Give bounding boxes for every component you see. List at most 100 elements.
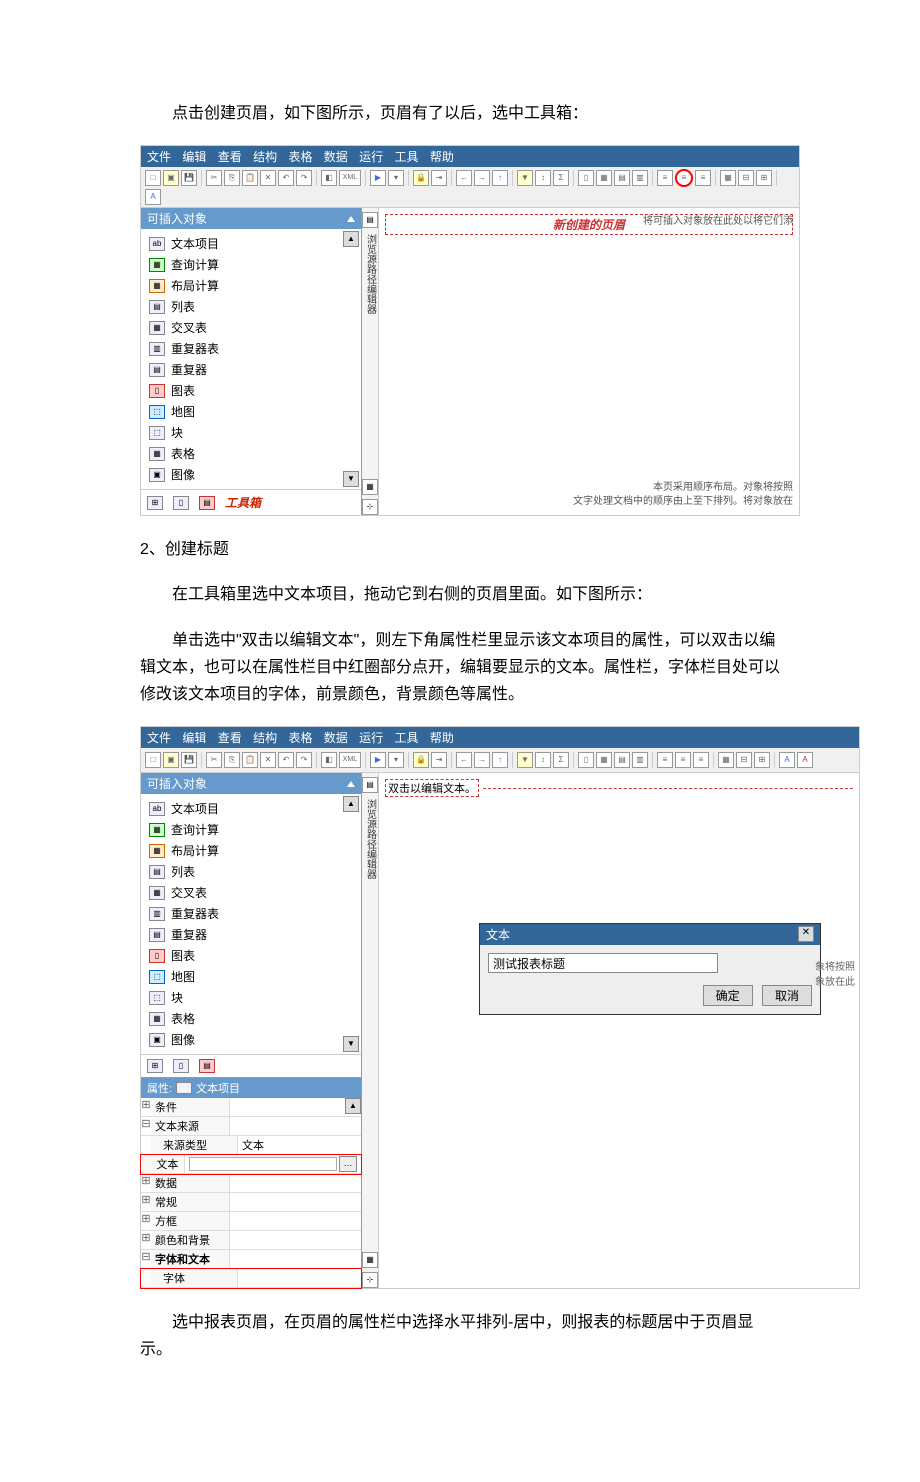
sort-icon[interactable]: ↕ (535, 170, 551, 186)
text-item-placeholder[interactable]: 双击以编辑文本。 (385, 779, 479, 797)
sort-icon[interactable]: ↕ (535, 752, 551, 768)
cancel-button[interactable]: 取消 (762, 985, 812, 1006)
sidebar-item-crosstab[interactable]: ▦交叉表 (141, 882, 361, 903)
tab-toolbox-icon[interactable]: ⊞ (147, 1059, 163, 1073)
panel4-icon[interactable]: ▥ (632, 170, 648, 186)
open-icon[interactable]: ▣ (163, 170, 179, 186)
menu-file[interactable]: 文件 (147, 150, 171, 164)
sidebar-item-block[interactable]: ⬚块 (141, 987, 361, 1008)
tab2-icon[interactable]: ▯ (173, 496, 189, 510)
arrow-out-icon[interactable]: ⇥ (431, 170, 447, 186)
undo-icon[interactable]: ↶ (278, 170, 294, 186)
sidebar-item-crosstab[interactable]: ▦交叉表 (141, 317, 361, 338)
tab2-icon[interactable]: ▯ (173, 1059, 189, 1073)
run-icon[interactable]: ▶ (370, 752, 386, 768)
font-icon[interactable]: A (145, 189, 161, 205)
props-scroll-up[interactable]: ▲ (345, 1098, 361, 1114)
redo-icon[interactable]: ↷ (296, 752, 312, 768)
sidebar-item-list[interactable]: ▤列表 (141, 861, 361, 882)
prop-general[interactable]: ⊞常规 (141, 1193, 361, 1212)
save-icon[interactable]: 💾 (181, 752, 197, 768)
vbar-page-icon[interactable]: ▤ (362, 212, 378, 228)
xml-icon[interactable]: XML (339, 752, 361, 768)
panel2-icon[interactable]: ▦ (596, 170, 612, 186)
panel3-icon[interactable]: ▤ (614, 752, 630, 768)
design-canvas[interactable]: 将可插入对象放在此处以将它们添 新创建的页眉 本页采用顺序布局。对象将按照 文字… (379, 208, 799, 515)
fwd-icon[interactable]: → (474, 170, 490, 186)
menu-tools[interactable]: 工具 (395, 150, 419, 164)
sidebar-item-layoutcalc[interactable]: ▦布局计算 (141, 275, 361, 296)
prop-conditions[interactable]: ⊞条件 (141, 1098, 361, 1117)
prop-font-sub[interactable]: 字体 (141, 1269, 361, 1288)
undo-icon[interactable]: ↶ (278, 752, 294, 768)
header-top-icon[interactable]: ≡ (657, 170, 673, 186)
panel2-icon[interactable]: ▦ (596, 752, 612, 768)
sidebar-item-querycalc[interactable]: ▦查询计算 (141, 819, 361, 840)
menu-table[interactable]: 表格 (288, 150, 312, 164)
prop-font[interactable]: ⊟字体和文本 (141, 1250, 361, 1269)
sidebar-item-block[interactable]: ⬚块 (141, 422, 361, 443)
sidebar-item-repeater-table[interactable]: ▥重复器表 (141, 903, 361, 924)
vbar-b1-icon[interactable]: ▦ (362, 1252, 378, 1268)
back-icon[interactable]: ← (456, 752, 472, 768)
tree-icon[interactable]: ⊟ (738, 170, 754, 186)
back-icon[interactable]: ← (456, 170, 472, 186)
sidebar-item-image[interactable]: ▣图像 (141, 1029, 361, 1050)
sidebar-item-querycalc[interactable]: ▦查询计算 (141, 254, 361, 275)
prop-text-value[interactable]: 文本… (141, 1155, 361, 1174)
paste-icon[interactable]: 📋 (242, 170, 258, 186)
collapse-icon[interactable] (347, 216, 355, 222)
vbar-b2-icon[interactable]: ⊹ (362, 499, 378, 515)
up-icon[interactable]: ↑ (492, 752, 508, 768)
menu-struct[interactable]: 结构 (253, 150, 277, 164)
lock-icon[interactable]: 🔒 (413, 170, 429, 186)
sidebar-item-chart[interactable]: ▯图表 (141, 380, 361, 401)
header-bot-icon[interactable]: ≡ (695, 170, 711, 186)
tab3-icon[interactable]: ▤ (199, 1059, 215, 1073)
font2-icon[interactable]: A (797, 752, 813, 768)
scroll-up-icon[interactable]: ▲ (343, 231, 359, 247)
vbar-page-icon[interactable]: ▤ (362, 777, 378, 793)
opts-icon[interactable]: ▾ (388, 752, 404, 768)
design-canvas-2[interactable]: 双击以编辑文本。 文本 ✕ 确定 取消 (379, 773, 859, 1288)
sidebar-item-chart[interactable]: ▯图表 (141, 945, 361, 966)
sidebar-item-text[interactable]: ab文本项目 (141, 233, 361, 254)
cut-icon[interactable]: ✂ (206, 170, 222, 186)
grid-icon[interactable]: ▦ (720, 170, 736, 186)
sidebar-item-list[interactable]: ▤列表 (141, 296, 361, 317)
close-icon[interactable]: ✕ (798, 926, 814, 942)
sum-icon[interactable]: Σ (553, 752, 569, 768)
open-icon[interactable]: ▣ (163, 752, 179, 768)
redo-icon[interactable]: ↷ (296, 170, 312, 186)
delete-icon[interactable]: ✕ (260, 752, 276, 768)
dialog-icon[interactable]: ◧ (321, 752, 337, 768)
prop-color[interactable]: ⊞颜色和背景 (141, 1231, 361, 1250)
filter-icon[interactable]: ▼ (517, 752, 533, 768)
sidebar-item-layoutcalc[interactable]: ▦布局计算 (141, 840, 361, 861)
arrow-out-icon[interactable]: ⇥ (431, 752, 447, 768)
filter-icon[interactable]: ▼ (517, 170, 533, 186)
tree-icon[interactable]: ⊟ (736, 752, 752, 768)
delete-icon[interactable]: ✕ (260, 170, 276, 186)
save-icon[interactable]: 💾 (181, 170, 197, 186)
create-header-icon[interactable]: ≡ (675, 752, 691, 768)
run-icon[interactable]: ▶ (370, 170, 386, 186)
prop-data[interactable]: ⊞数据 (141, 1174, 361, 1193)
prop-box[interactable]: ⊞方框 (141, 1212, 361, 1231)
tree2-icon[interactable]: ⊞ (754, 752, 770, 768)
tab-toolbox-icon[interactable]: ⊞ (147, 496, 163, 510)
lock-icon[interactable]: 🔒 (413, 752, 429, 768)
menu-run[interactable]: 运行 (359, 150, 383, 164)
panel1-icon[interactable]: ▯ (578, 752, 594, 768)
sidebar-item-repeater-table[interactable]: ▥重复器表 (141, 338, 361, 359)
paste-icon[interactable]: 📋 (242, 752, 258, 768)
scroll-down-icon[interactable]: ▼ (343, 1036, 359, 1052)
prop-srctype[interactable]: 来源类型文本 (141, 1136, 361, 1155)
new-icon[interactable]: □ (145, 170, 161, 186)
tab3-icon[interactable]: ▤ (199, 496, 215, 510)
sidebar-item-table[interactable]: ▦表格 (141, 443, 361, 464)
sidebar-item-table[interactable]: ▦表格 (141, 1008, 361, 1029)
sidebar-item-text[interactable]: ab文本项目 (141, 798, 361, 819)
menu-data[interactable]: 数据 (324, 150, 348, 164)
xml-icon[interactable]: XML (339, 170, 361, 186)
